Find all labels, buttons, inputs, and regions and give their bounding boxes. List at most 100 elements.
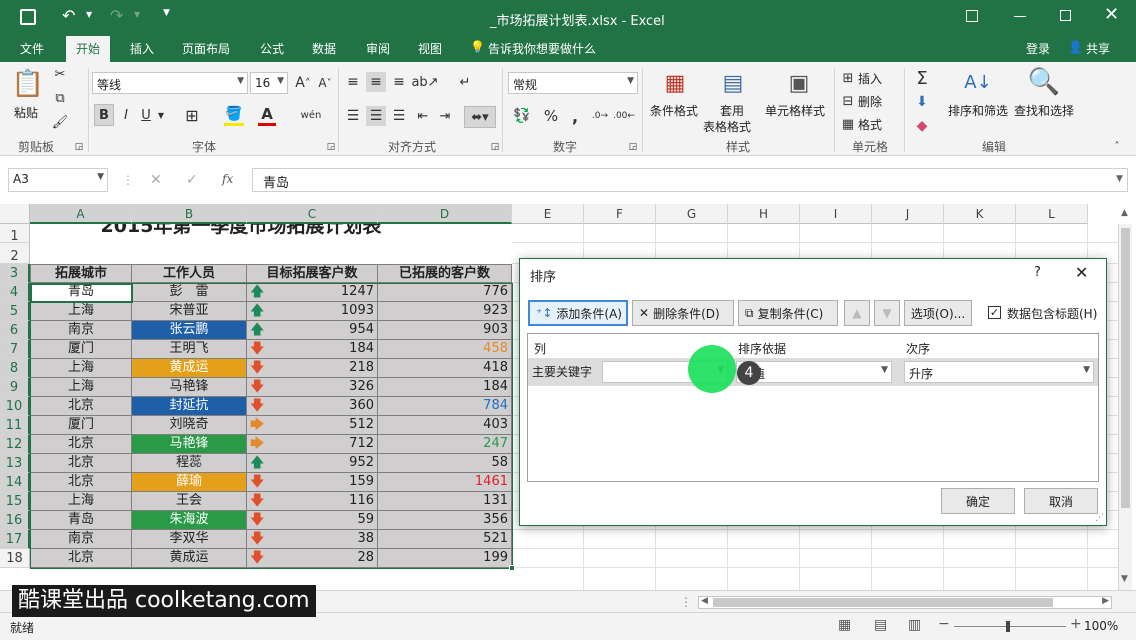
zoom-in-icon[interactable]: + [1070, 616, 1082, 632]
cut-icon[interactable]: ✂ [52, 66, 68, 82]
column-header-d[interactable]: D [378, 204, 512, 224]
row-header-14[interactable]: 14 [0, 473, 30, 492]
table-cell-target[interactable]: 184 [247, 340, 378, 359]
font-name-combo[interactable]: 等线 ▼ [92, 72, 248, 94]
align-launcher-icon[interactable]: ◲ [490, 142, 500, 152]
align-middle-icon[interactable]: ≡ [366, 72, 386, 92]
copy-level-button[interactable]: ⧉ 复制条件(C) [738, 300, 838, 326]
table-cell-done[interactable]: 58 [378, 454, 512, 473]
move-up-button[interactable]: ▲ [844, 300, 870, 326]
row-header-10[interactable]: 10 [0, 397, 30, 416]
percent-button[interactable]: % [542, 106, 560, 126]
scroll-down-icon[interactable]: ▼ [1121, 574, 1128, 584]
decrease-indent-icon[interactable]: ⇤ [414, 106, 432, 126]
table-cell-person[interactable]: 宋普亚 [132, 302, 247, 321]
table-cell-done[interactable]: 247 [378, 435, 512, 454]
decrease-font-icon[interactable]: A ˅ [316, 74, 334, 92]
autosum-icon[interactable]: Σ [912, 68, 932, 89]
table-cell-city[interactable]: 上海 [30, 359, 132, 378]
zoom-out-icon[interactable]: − [938, 616, 950, 632]
row-header-9[interactable]: 9 [0, 378, 30, 397]
table-cell-city[interactable]: 北京 [30, 435, 132, 454]
save-icon[interactable] [20, 9, 36, 25]
row-header-1[interactable]: 1 [0, 224, 30, 244]
column-header-f[interactable]: F [584, 204, 656, 224]
tab-review[interactable]: 审阅 [366, 40, 390, 57]
find-select-icon[interactable]: 🔍 [1028, 66, 1060, 98]
table-cell-target[interactable]: 59 [247, 511, 378, 530]
format-painter-icon[interactable]: 🖌 [52, 114, 69, 130]
insert-function-icon[interactable]: fx [222, 172, 233, 186]
column-header-j[interactable]: J [872, 204, 944, 224]
table-cell-done[interactable]: 184 [378, 378, 512, 397]
sort-filter-button[interactable]: 排序和筛选 [948, 102, 1008, 119]
zoom-slider-thumb[interactable] [1006, 621, 1010, 632]
table-cell-done[interactable]: 1461 [378, 473, 512, 492]
fill-icon[interactable]: ⬇ [912, 92, 932, 112]
table-cell-person[interactable]: 王会 [132, 492, 247, 511]
row-header-11[interactable]: 11 [0, 416, 30, 435]
row-header-2[interactable]: 2 [0, 243, 30, 264]
table-cell-person[interactable]: 朱海波 [132, 511, 247, 530]
table-cell-city[interactable]: 上海 [30, 378, 132, 397]
undo-dropdown-icon[interactable]: ▼ [86, 10, 92, 19]
align-bottom-icon[interactable]: ≡ [390, 72, 408, 92]
name-box[interactable]: A3 ▼ [8, 168, 108, 192]
header-checkbox[interactable]: ✓ [988, 306, 1001, 319]
page-break-view-icon[interactable]: ▥ [908, 617, 921, 633]
table-cell-done[interactable]: 776 [378, 283, 512, 302]
table-cell-person[interactable]: 封延抗 [132, 397, 247, 416]
table-cell-person[interactable]: 刘晓奇 [132, 416, 247, 435]
column-header-l[interactable]: L [1016, 204, 1088, 224]
header-cell[interactable]: 拓展城市 [30, 264, 132, 283]
row-header-16[interactable]: 16 [0, 511, 30, 530]
format-cells-icon[interactable]: ▦ [840, 116, 856, 132]
row-header-17[interactable]: 17 [0, 530, 30, 549]
format-as-table-icon[interactable]: ▤ [718, 68, 748, 98]
select-all-corner[interactable] [0, 204, 30, 224]
align-left-icon[interactable]: ☰ [344, 106, 362, 126]
clear-icon[interactable]: ◆ [912, 116, 932, 136]
vertical-scrollbar[interactable]: ▲ ▼ [1118, 208, 1132, 590]
table-cell-done[interactable]: 403 [378, 416, 512, 435]
column-header-e[interactable]: E [512, 204, 584, 224]
close-icon[interactable]: ✕ [1104, 4, 1119, 25]
ribbon-display-icon[interactable] [966, 10, 978, 22]
underline-button[interactable]: U [138, 104, 154, 126]
normal-view-icon[interactable]: ▦ [838, 617, 851, 633]
horizontal-scrollbar[interactable]: ◀ ▶ [698, 596, 1112, 609]
table-cell-person[interactable]: 黄成运 [132, 359, 247, 378]
table-cell-city[interactable]: 上海 [30, 492, 132, 511]
table-cell-done[interactable]: 903 [378, 321, 512, 340]
table-cell-done[interactable]: 458 [378, 340, 512, 359]
vertical-scroll-thumb[interactable] [1121, 228, 1130, 508]
conditional-format-icon[interactable]: ▦ [660, 68, 690, 98]
table-cell-target[interactable]: 218 [247, 359, 378, 378]
table-cell-person[interactable]: 薛瑜 [132, 473, 247, 492]
comma-button[interactable]: , [568, 106, 582, 126]
table-cell-done[interactable]: 418 [378, 359, 512, 378]
align-center-icon[interactable]: ☰ [366, 106, 386, 126]
format-as-table-line1[interactable]: 套用 [720, 102, 744, 119]
table-cell-target[interactable]: 1247 [247, 283, 378, 302]
help-button[interactable]: ? [1034, 265, 1041, 280]
tab-split-grip[interactable]: ⋮ [680, 595, 692, 609]
table-cell-target[interactable]: 712 [247, 435, 378, 454]
cancel-button[interactable]: 取消 [1024, 488, 1098, 514]
orientation-icon[interactable]: ab↗ [411, 72, 438, 92]
zoom-level[interactable]: 100% [1084, 619, 1118, 633]
column-header-c[interactable]: C [247, 204, 378, 224]
number-launcher-icon[interactable]: ◲ [628, 142, 638, 152]
page-layout-view-icon[interactable]: ▤ [874, 617, 887, 633]
format-as-table-line2[interactable]: 表格格式 [703, 118, 751, 135]
delete-level-button[interactable]: ✕ 删除条件(D) [632, 300, 734, 326]
table-cell-city[interactable]: 北京 [30, 454, 132, 473]
row-header-12[interactable]: 12 [0, 435, 30, 454]
column-header-h[interactable]: H [728, 204, 800, 224]
table-cell-person[interactable]: 马艳锋 [132, 435, 247, 454]
table-cell-city[interactable]: 南京 [30, 530, 132, 549]
merge-center-icon[interactable]: ⬌▾ [464, 106, 496, 128]
table-cell-city[interactable]: 北京 [30, 549, 132, 568]
table-cell-done[interactable]: 784 [378, 397, 512, 416]
table-cell-person[interactable]: 程蕊 [132, 454, 247, 473]
